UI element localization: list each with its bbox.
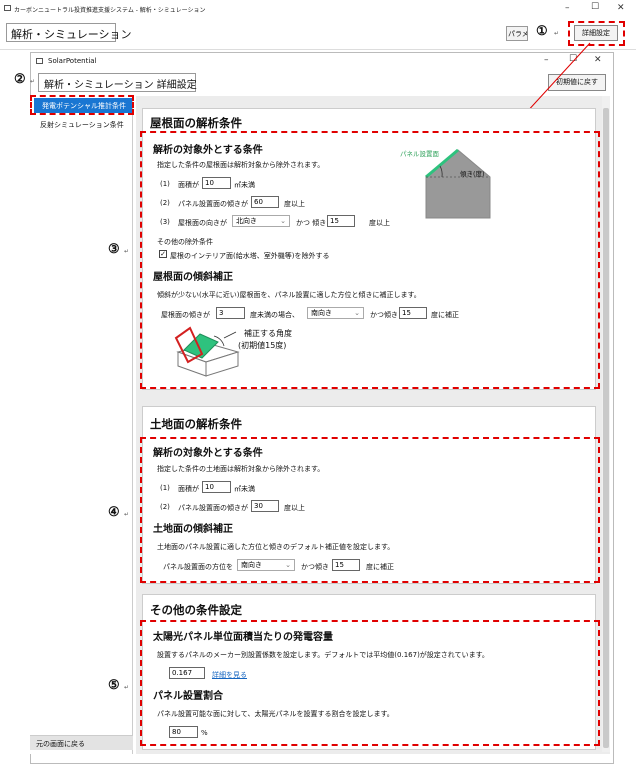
roof-exclude-desc: 指定した条件の屋根面は解析対象から除外されます。 [157,161,325,169]
sidebar-item-reflection-simulation[interactable]: 反射シミュレーション条件 [34,117,130,133]
detail-settings-button[interactable]: 詳細設定 [574,25,618,41]
land-section-title: 土地面の解析条件 [150,417,242,431]
roof-corr-mid: 度未満の場合、 [250,311,299,319]
return-mark-2: ↵ [30,78,36,85]
roof-other-title: その他の除外条件 [157,238,213,246]
land-tilt-label: パネル設置面の傾きが [178,504,248,512]
land-correction-desc: 土地面のパネル設置に適した方位と傾きのデフォルト補正値を設定します。 [157,543,395,551]
outer-minimize-button[interactable]: – [565,3,570,13]
roof-area-label: 面積が [178,181,199,189]
chevron-down-icon: ⌄ [280,217,286,225]
tilt-correction-diagram [174,326,240,377]
back-to-previous-button[interactable]: 元の画面に戻る [30,735,133,750]
land-corr-label: パネル設置面の方位を [163,563,233,571]
land-corr-unit: 度に補正 [366,563,394,571]
return-mark-1: ↵ [554,30,560,37]
roof-corr-unit: 度に補正 [431,311,459,319]
land-corr-direction-value: 南向き [241,561,262,569]
inner-page-heading: 解析・シミュレーション 詳細設定 [38,73,197,92]
roof-dir-label: 屋根面の向きが [178,219,227,227]
callout-1: ① [536,24,548,39]
roof-corr-and: かつ傾き [370,311,398,319]
land-corr-direction-select[interactable]: 南向き ⌄ [237,559,295,571]
correction-default-note: (初期値15度) [238,341,287,350]
land-area-input[interactable]: 10 [202,481,231,493]
roof-correction-desc: 傾斜が少ない(水平に近い)屋根面を、パネル設置に適した方位と傾きに補正します。 [157,291,421,299]
roof-interior-label: 屋根のインテリア面(給水塔、室外機等)を除外する [170,252,330,260]
diagram-angle-label: 傾き(度) [460,170,485,178]
roof-dir-tilt-input[interactable]: 15 [327,215,355,227]
roof-tilt-input[interactable]: 60 [251,196,279,208]
inner-window-title: SolarPotential [48,57,97,65]
roof-interior-checkbox[interactable]: ✓ [159,250,167,258]
roof-area-unit: ㎡未満 [234,181,255,189]
callout-3: ③ [108,242,120,257]
outer-page-heading: 解析・シミュレーション [6,23,132,42]
inner-app-icon [36,58,43,64]
capacity-input[interactable]: 0.167 [169,667,205,679]
land-area-unit: ㎡未満 [234,485,255,493]
ratio-title: パネル設置割合 [153,691,223,702]
capacity-desc: 設置するパネルのメーカー別設置係数を設定します。デフォルトでは平均値(0.167… [157,651,489,659]
land-tilt-num: (2) [160,503,170,511]
app-icon [4,5,11,11]
land-tilt-input[interactable]: 30 [251,500,279,512]
capacity-detail-link[interactable]: 詳細を見る [212,670,247,680]
outer-window-title: カーボンニュートラル投資推進支援システム - 解析・シミュレーション [14,7,206,14]
roof-corr-label: 屋根面の傾きが [161,311,210,319]
land-exclude-desc: 指定した条件の土地面は解析対象から除外されます。 [157,465,325,473]
callout-5: ⑤ [108,678,120,693]
roof-section-title: 屋根面の解析条件 [150,116,242,130]
other-section-title: その他の条件設定 [150,603,242,617]
sidebar [30,96,133,754]
sidebar-item-generation-potential[interactable]: 発電ポテンシャル推計条件 [34,98,132,113]
return-mark-4: ↵ [124,511,130,518]
correction-angle-note: 補正する角度 [244,329,292,338]
land-correction-title: 土地面の傾斜補正 [153,524,233,535]
roof-dir-unit: 度以上 [369,219,390,227]
ratio-unit: % [201,729,208,737]
return-mark-5: ↵ [124,684,130,691]
roof-area-input[interactable]: 10 [202,177,231,189]
chevron-down-icon: ⌄ [285,561,291,569]
roof-corr-input[interactable]: 3 [216,307,245,319]
land-corr-and: かつ傾き [301,563,329,571]
callout-2: ② [14,72,26,87]
ratio-input[interactable]: 80 [169,726,198,738]
scrollbar-thumb[interactable] [603,108,609,748]
roof-direction-value: 北向き [236,217,257,225]
outer-close-button[interactable]: ✕ [617,3,625,13]
roof-tilt-unit: 度以上 [284,200,305,208]
roof-tilt-num: (2) [160,199,170,207]
roof-direction-select[interactable]: 北向き ⌄ [232,215,290,227]
roof-corr-tilt-input[interactable]: 15 [399,307,427,319]
parameter-button[interactable]: パラメータ [506,26,528,41]
roof-area-num: (1) [160,180,170,188]
roof-corr-direction-select[interactable]: 南向き ⌄ [307,307,364,319]
land-tilt-unit: 度以上 [284,504,305,512]
outer-maximize-button[interactable]: ☐ [591,2,599,12]
roof-corr-direction-value: 南向き [311,309,332,317]
land-exclude-title: 解析の対象外とする条件 [153,448,263,459]
roof-dir-num: (3) [160,218,170,226]
roof-correction-title: 屋根面の傾斜補正 [153,272,233,283]
callout-4: ④ [108,505,120,520]
return-mark-3: ↵ [124,248,130,255]
ratio-desc: パネル設置可能な面に対して、太陽光パネルを設置する割合を設定します。 [157,710,394,718]
land-area-num: (1) [160,484,170,492]
chevron-down-icon: ⌄ [354,309,360,317]
roof-exclude-title: 解析の対象外とする条件 [153,145,263,156]
land-area-label: 面積が [178,485,199,493]
land-corr-tilt-input[interactable]: 15 [332,559,360,571]
diagram-panel-label: パネル設置面 [400,150,439,158]
capacity-title: 太陽光パネル単位面積当たりの発電容量 [153,632,333,643]
roof-tilt-label: パネル設置面の傾きが [178,200,248,208]
roof-dir-and: かつ 傾き [296,219,327,227]
